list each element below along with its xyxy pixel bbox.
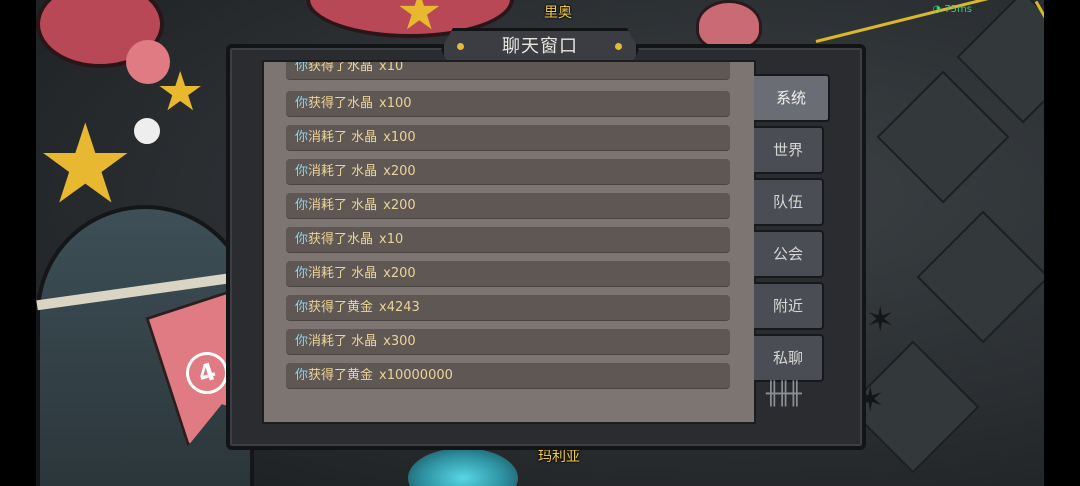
- message-action: 消耗了 水晶: [308, 266, 378, 281]
- thorn-decoration: ✶: [866, 300, 895, 340]
- message-amount: x200: [383, 198, 416, 213]
- star-icon: ★: [156, 60, 205, 123]
- message-action: 获得了水晶: [308, 96, 374, 111]
- message-amount: x200: [383, 266, 416, 281]
- chat-message: 你消耗了 水晶 x200: [286, 159, 730, 184]
- chat-message: 你消耗了 水晶 x200: [286, 193, 730, 218]
- tab-guild[interactable]: 公会: [754, 230, 824, 278]
- message-action: 获得了黄金: [308, 300, 374, 315]
- floor-tile: [916, 210, 1044, 344]
- message-amount: x300: [383, 334, 416, 349]
- message-amount: x100: [379, 96, 412, 111]
- tab-nearby[interactable]: 附近: [754, 282, 824, 330]
- message-you: 你: [295, 232, 309, 247]
- chat-message: 你消耗了 水晶 x100: [286, 125, 730, 150]
- latency-text: 75ms: [944, 4, 972, 15]
- message-you: 你: [295, 130, 309, 145]
- chat-message: 你获得了黄金 x10000000: [286, 363, 730, 388]
- message-amount: x10: [379, 232, 404, 247]
- teleport-portal[interactable]: [408, 448, 518, 486]
- message-action: 消耗了 水晶: [308, 130, 378, 145]
- tab-system[interactable]: 系统: [754, 74, 830, 122]
- message-you: 你: [295, 198, 309, 213]
- message-list[interactable]: 你获得了水晶 x10 你获得了水晶 x100 你消耗了 水晶 x100 你消耗了 水晶…: [262, 60, 756, 424]
- right-letterbox: [1044, 0, 1080, 486]
- message-you: 你: [295, 96, 309, 111]
- message-action: 消耗了 水晶: [308, 164, 378, 179]
- wifi-icon: ◔: [932, 4, 942, 15]
- chat-message: 你消耗了 水晶 x200: [286, 261, 730, 286]
- message-you: 你: [295, 334, 309, 349]
- message-you: 你: [295, 60, 309, 74]
- npc-name-label: 里奥: [544, 5, 572, 21]
- tab-private[interactable]: 私聊: [754, 334, 824, 382]
- message-amount: x200: [383, 164, 416, 179]
- message-action: 获得了黄金: [308, 368, 374, 383]
- chat-message: 你消耗了 水晶 x300: [286, 329, 730, 354]
- message-action: 获得了水晶: [308, 60, 374, 74]
- message-amount: x4243: [379, 300, 420, 315]
- wifi-status: ◔ 75ms: [932, 4, 972, 15]
- chat-message: 你获得了黄金 x4243: [286, 295, 730, 320]
- fence-decoration: ╫╫╫: [766, 382, 802, 407]
- chat-message: 你获得了水晶 x10: [286, 60, 730, 79]
- message-you: 你: [295, 164, 309, 179]
- chat-message: 你获得了水晶 x100: [286, 91, 730, 116]
- message-amount: x10000000: [379, 368, 453, 383]
- tab-world[interactable]: 世界: [754, 126, 824, 174]
- chat-message: 你获得了水晶 x10: [286, 227, 730, 252]
- message-amount: x10: [379, 60, 404, 74]
- message-amount: x100: [383, 130, 416, 145]
- decor-pearl: [132, 116, 162, 146]
- message-action: 消耗了 水晶: [308, 198, 378, 213]
- left-letterbox: [0, 0, 36, 486]
- message-you: 你: [295, 266, 309, 281]
- message-you: 你: [295, 368, 309, 383]
- tab-team[interactable]: 队伍: [754, 178, 824, 226]
- message-you: 你: [295, 300, 309, 315]
- message-action: 消耗了 水晶: [308, 334, 378, 349]
- star-icon: ★: [396, 0, 443, 42]
- message-action: 获得了水晶: [308, 232, 374, 247]
